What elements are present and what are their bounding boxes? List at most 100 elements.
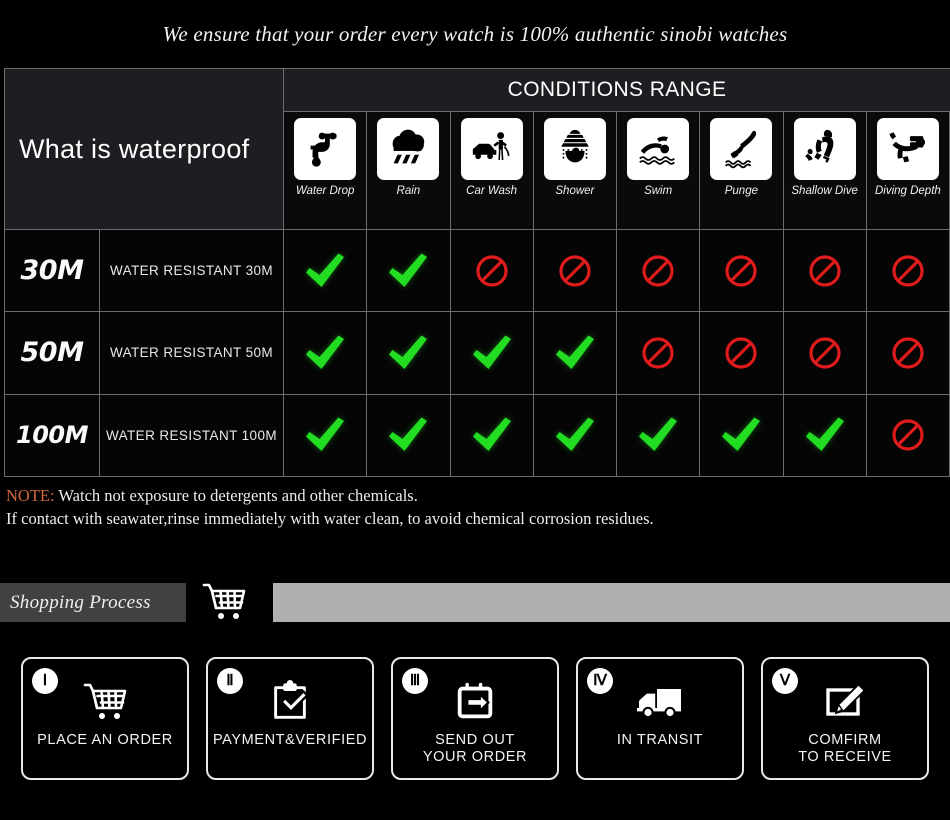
- conditions-range-label: CONDITIONS RANGE: [284, 69, 950, 112]
- mark-cell-50m-water-drop: [284, 312, 368, 394]
- step-place-an-order[interactable]: Ⅰ PLACE AN ORDER: [21, 657, 189, 780]
- depth-cell: 50M: [5, 312, 100, 394]
- depth-cell: 30M: [5, 230, 100, 312]
- shopping-process-title: Shopping Process: [10, 591, 151, 613]
- note-label: NOTE:: [6, 486, 55, 505]
- shopping-process-bar: Shopping Process: [0, 583, 950, 622]
- mark-cell-100m-diving-depth: [866, 394, 950, 476]
- table-header: What is waterproof CONDITIONS RANGE Wate…: [5, 69, 950, 229]
- delivery-truck-icon: [635, 676, 685, 728]
- condition-column-car-wash: Car Wash: [450, 112, 534, 229]
- shallow-dive-icon: [793, 118, 856, 180]
- table-row: 100M WATER RESISTANT 100M: [5, 393, 950, 476]
- mark-cell-50m-shallow-dive: [783, 312, 867, 394]
- diving-depth-icon: [876, 118, 939, 180]
- step-numeral: Ⅳ: [587, 668, 613, 694]
- conditions-header-group: CONDITIONS RANGE Water Drop Rain Car Was…: [284, 69, 950, 229]
- shopping-process-title-block: Shopping Process: [0, 583, 186, 622]
- mark-cell-30m-punge: [700, 230, 784, 312]
- mark-cell-100m-shower: [533, 394, 617, 476]
- step-numeral: Ⅴ: [772, 668, 798, 694]
- shopping-cart-icon: [196, 578, 252, 626]
- step-payment-verified[interactable]: Ⅱ PAYMENT&VERIFIED: [206, 657, 374, 780]
- resistance-cell: WATER RESISTANT 50M: [100, 312, 284, 394]
- condition-column-shower: Shower: [533, 112, 617, 229]
- mark-cell-100m-rain: [367, 394, 451, 476]
- marks-row-100m: [284, 394, 950, 476]
- mark-cell-30m-diving-depth: [866, 230, 950, 312]
- water-drop-icon: [294, 118, 357, 180]
- mark-cell-100m-water-drop: [284, 394, 368, 476]
- resistance-value: WATER RESISTANT 100M: [105, 427, 278, 443]
- condition-column-water-drop: Water Drop: [284, 112, 368, 229]
- shower-icon: [543, 118, 606, 180]
- mark-cell-50m-car-wash: [450, 312, 534, 394]
- condition-label: Shower: [555, 185, 595, 197]
- mark-cell-50m-swim: [617, 312, 701, 394]
- shopping-cart-icon: [80, 676, 130, 728]
- condition-label: Water Drop: [295, 185, 355, 197]
- table-row: 50M WATER RESISTANT 50M: [5, 311, 950, 394]
- mark-cell-30m-swim: [617, 230, 701, 312]
- step-numeral: Ⅲ: [402, 668, 428, 694]
- step-in-transit[interactable]: Ⅳ IN TRANSIT: [576, 657, 744, 780]
- condition-label: Diving Depth: [874, 185, 941, 197]
- step-label: SEND OUT YOUR ORDER: [422, 732, 528, 765]
- resistance-cell: WATER RESISTANT 100M: [100, 394, 284, 476]
- mark-cell-30m-car-wash: [450, 230, 534, 312]
- note-block: NOTE: Watch not exposure to detergents a…: [6, 484, 946, 530]
- mark-cell-30m-water-drop: [284, 230, 368, 312]
- step-numeral: Ⅰ: [32, 668, 58, 694]
- waterproof-table: What is waterproof CONDITIONS RANGE Wate…: [4, 68, 950, 477]
- rain-icon: [377, 118, 440, 180]
- mark-cell-100m-car-wash: [450, 394, 534, 476]
- mark-cell-50m-diving-depth: [866, 312, 950, 394]
- shopping-process-progress-bar: [273, 583, 950, 622]
- resistance-cell: WATER RESISTANT 30M: [100, 230, 284, 312]
- step-send-out-your-order[interactable]: Ⅲ SEND OUT YOUR ORDER: [391, 657, 559, 780]
- table-row: 30M WATER RESISTANT 30M: [5, 229, 950, 312]
- step-comfirm-to-receive[interactable]: Ⅴ COMFIRM TO RECEIVE: [761, 657, 929, 780]
- step-label: IN TRANSIT: [616, 732, 704, 748]
- marks-row-30m: [284, 230, 950, 312]
- mark-cell-30m-shower: [533, 230, 617, 312]
- mark-cell-50m-rain: [367, 312, 451, 394]
- mark-cell-30m-rain: [367, 230, 451, 312]
- mark-cell-100m-punge: [700, 394, 784, 476]
- depth-cell: 100M: [5, 394, 100, 476]
- step-label: PAYMENT&VERIFIED: [212, 732, 368, 748]
- condition-label: Car Wash: [466, 185, 518, 197]
- top-banner: We ensure that your order every watch is…: [0, 0, 950, 68]
- punge-icon: [710, 118, 773, 180]
- mark-cell-100m-swim: [617, 394, 701, 476]
- page-title: What is waterproof: [19, 133, 250, 164]
- marks-row-50m: [284, 312, 950, 394]
- condition-column-rain: Rain: [367, 112, 451, 229]
- shopping-steps: Ⅰ PLACE AN ORDER Ⅱ PAYMENT&VERIFIED Ⅲ SE…: [0, 657, 950, 785]
- edit-pencil-icon: [820, 676, 870, 728]
- car-wash-icon: [460, 118, 523, 180]
- condition-column-punge: Punge: [700, 112, 784, 229]
- condition-column-diving-depth: Diving Depth: [866, 112, 950, 229]
- condition-label: Shallow Dive: [791, 185, 858, 197]
- step-numeral: Ⅱ: [217, 668, 243, 694]
- note-text-1: Watch not exposure to detergents and oth…: [54, 486, 418, 505]
- swim-icon: [627, 118, 690, 180]
- resistance-value: WATER RESISTANT 50M: [109, 345, 274, 361]
- condition-label: Swim: [644, 185, 673, 197]
- condition-label: Rain: [396, 185, 421, 197]
- mark-cell-30m-shallow-dive: [783, 230, 867, 312]
- condition-column-swim: Swim: [617, 112, 701, 229]
- step-label: COMFIRM TO RECEIVE: [798, 732, 892, 765]
- note-line-1: NOTE: Watch not exposure to detergents a…: [6, 484, 946, 507]
- step-label: PLACE AN ORDER: [37, 732, 173, 748]
- condition-label: Punge: [724, 185, 758, 197]
- calendar-arrow-icon: [452, 676, 498, 728]
- table-title-cell: What is waterproof: [5, 69, 284, 229]
- depth-value: 50M: [20, 337, 84, 369]
- clipboard-check-icon: [267, 676, 313, 728]
- depth-value: 100M: [16, 421, 88, 450]
- condition-columns: Water Drop Rain Car Wash Shower Swim Pun…: [284, 112, 950, 229]
- note-line-2: If contact with seawater,rinse immediate…: [6, 509, 654, 528]
- mark-cell-100m-shallow-dive: [783, 394, 867, 476]
